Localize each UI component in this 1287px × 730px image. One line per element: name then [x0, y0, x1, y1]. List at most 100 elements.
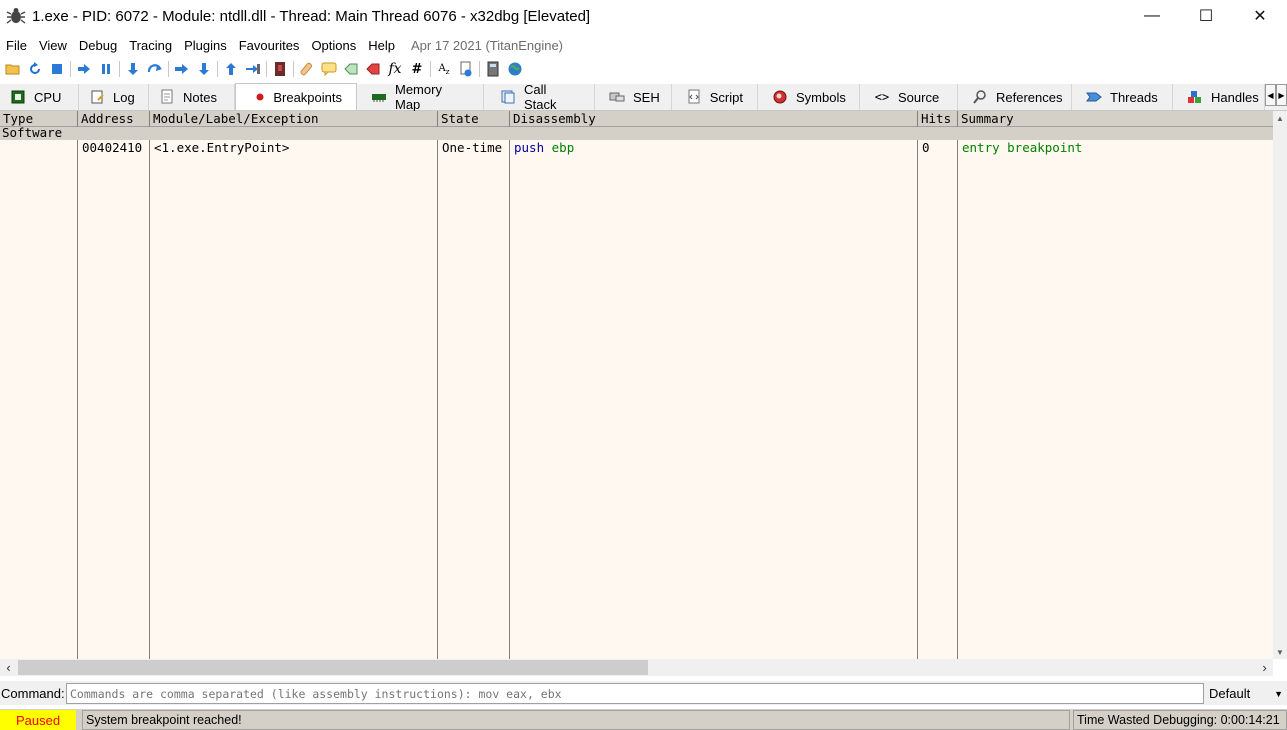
tab-label: Threads — [1110, 89, 1158, 105]
close-button[interactable]: ✕ — [1233, 0, 1287, 32]
tab-label: Log — [113, 89, 135, 105]
calculator-icon[interactable] — [482, 59, 504, 79]
tab-notes[interactable]: Notes — [149, 84, 235, 110]
step-over-icon[interactable] — [144, 59, 166, 79]
breakpoints-table[interactable]: Type Address Module/Label/Exception Stat… — [0, 111, 1273, 659]
trace-into-icon[interactable] — [171, 59, 193, 79]
tab-references[interactable]: References — [958, 84, 1072, 110]
column-header-summary[interactable]: Summary — [958, 111, 1273, 127]
labels-icon[interactable] — [340, 59, 362, 79]
tab-source[interactable]: <> Source — [860, 84, 958, 110]
column-divider — [957, 140, 958, 659]
pause-icon[interactable] — [95, 59, 117, 79]
debug-state-badge: Paused — [0, 710, 76, 730]
status-bar: Paused System breakpoint reached! Time W… — [0, 709, 1287, 730]
window-controls: — ☐ ✕ — [1125, 0, 1287, 32]
cell-address: 00402410 — [82, 140, 143, 155]
disasm-mnemonic: push — [514, 140, 545, 155]
minimize-button[interactable]: — — [1125, 0, 1179, 32]
run-icon[interactable] — [73, 59, 95, 79]
column-header-disassembly[interactable]: Disassembly — [510, 111, 918, 127]
restart-icon[interactable] — [24, 59, 46, 79]
tab-scroll-right-button[interactable]: ▶ — [1276, 84, 1287, 106]
maximize-button[interactable]: ☐ — [1179, 0, 1233, 32]
tab-scroll-left-button[interactable]: ◀ — [1265, 84, 1276, 106]
tab-breakpoints[interactable]: Breakpoints — [235, 83, 357, 110]
scroll-right-button[interactable]: › — [1256, 659, 1273, 676]
script-icon — [686, 89, 702, 105]
tab-label: Handles — [1211, 89, 1259, 105]
scroll-up-button[interactable]: ▲ — [1273, 111, 1287, 125]
font-icon[interactable]: Az — [433, 59, 455, 79]
tab-label: Breakpoints — [273, 89, 342, 105]
bookmarks-icon[interactable] — [362, 59, 384, 79]
execute-till-return-icon[interactable] — [220, 59, 242, 79]
bug-icon — [6, 8, 26, 24]
call-stack-icon — [500, 89, 516, 105]
notes-icon — [159, 89, 175, 105]
tab-memory-map[interactable]: Memory Map — [357, 82, 484, 112]
chevron-down-icon: ▼ — [1274, 688, 1283, 699]
cell-type — [0, 139, 4, 156]
menu-options[interactable]: Options — [305, 38, 362, 53]
column-header-state[interactable]: State — [438, 111, 510, 127]
scylla-icon[interactable] — [269, 59, 291, 79]
references-icon — [972, 89, 988, 105]
globe-icon[interactable] — [504, 59, 526, 79]
comments-icon[interactable] — [318, 59, 340, 79]
breakpoint-dot-icon — [254, 89, 265, 105]
toolbar-separator — [430, 61, 431, 77]
command-label: Command: — [1, 685, 65, 701]
run-to-user-code-icon[interactable] — [242, 59, 264, 79]
menu-plugins[interactable]: Plugins — [178, 38, 233, 53]
horizontal-scroll-thumb[interactable] — [18, 660, 648, 675]
build-date-label: Apr 17 2021 (TitanEngine) — [411, 37, 564, 53]
memory-map-icon — [371, 89, 387, 105]
tab-symbols[interactable]: Symbols — [758, 84, 860, 110]
stop-icon[interactable] — [46, 59, 68, 79]
tab-threads[interactable]: Threads — [1072, 84, 1173, 110]
window-title: 1.exe - PID: 6072 - Module: ntdll.dll - … — [32, 7, 591, 25]
column-divider — [917, 140, 918, 659]
column-header-hits[interactable]: Hits — [918, 111, 958, 127]
menu-debug[interactable]: Debug — [73, 38, 123, 53]
command-bar: Command: Default ▼ — [0, 681, 1287, 705]
scroll-left-button[interactable]: ‹ — [0, 659, 17, 676]
toolbar-separator — [119, 61, 120, 77]
help-icon[interactable] — [455, 59, 477, 79]
toolbar-separator — [479, 61, 480, 77]
tab-handles[interactable]: Handles — [1173, 84, 1265, 110]
command-input[interactable] — [66, 683, 1204, 704]
patches-icon[interactable] — [296, 59, 318, 79]
step-into-icon[interactable] — [122, 59, 144, 79]
disasm-operand: ebp — [551, 140, 575, 155]
menu-help[interactable]: Help — [362, 38, 401, 53]
tab-script[interactable]: Script — [672, 84, 758, 110]
scroll-down-button[interactable]: ▼ — [1273, 645, 1287, 659]
tab-label: Source — [898, 89, 940, 105]
column-divider — [77, 140, 78, 659]
cell-state: One-time — [442, 140, 503, 155]
menu-tracing[interactable]: Tracing — [123, 38, 178, 53]
menu-file[interactable]: File — [0, 38, 33, 53]
tab-label: Script — [709, 89, 743, 105]
open-icon[interactable] — [2, 59, 24, 79]
column-header-address[interactable]: Address — [78, 111, 150, 127]
cell-summary: entry breakpoint — [962, 140, 1083, 155]
tab-call-stack[interactable]: Call Stack — [484, 82, 595, 112]
horizontal-scrollbar[interactable]: ‹ › — [0, 659, 1273, 676]
menu-favourites[interactable]: Favourites — [233, 38, 306, 53]
vertical-scrollbar[interactable]: ▲ ▼ — [1273, 111, 1287, 659]
toolbar-separator — [217, 61, 218, 77]
menu-view[interactable]: View — [33, 38, 73, 53]
toolbar-separator — [266, 61, 267, 77]
trace-over-icon[interactable] — [193, 59, 215, 79]
column-header-module[interactable]: Module/Label/Exception — [150, 111, 438, 127]
tab-log[interactable]: Log — [79, 84, 149, 110]
log-icon — [89, 89, 105, 105]
tab-cpu[interactable]: CPU — [0, 84, 79, 110]
tab-seh[interactable]: SEH — [595, 84, 672, 110]
functions-icon[interactable]: fx — [384, 59, 406, 79]
hash-icon[interactable]: # — [406, 59, 428, 79]
command-mode-select[interactable]: Default ▼ — [1208, 683, 1287, 704]
